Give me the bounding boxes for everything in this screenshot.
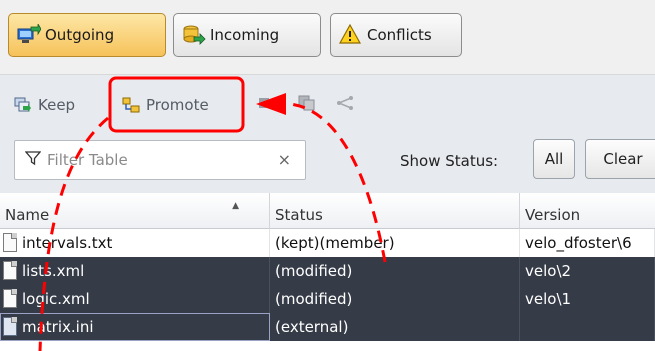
table-row[interactable]: logic.xml (modified) velo\1 (0, 285, 655, 313)
promote-icon (122, 97, 140, 113)
keep-icon (14, 97, 32, 113)
column-header-version-label: Version (525, 206, 581, 224)
outgoing-icon (17, 22, 42, 46)
incoming-icon (182, 24, 206, 46)
tab-incoming[interactable]: Incoming (173, 13, 321, 57)
table-row[interactable]: lists.xml (modified) velo\2 (0, 257, 655, 285)
file-name-cell: logic.xml (0, 285, 270, 313)
clear-filter-icon[interactable]: × (278, 150, 291, 169)
merge-icon[interactable] (336, 95, 354, 111)
file-version: velo\1 (520, 285, 655, 313)
send-icon[interactable] (258, 95, 276, 111)
filter-input[interactable] (47, 151, 277, 169)
tab-outgoing-label: Outgoing (45, 26, 115, 44)
file-name: matrix.ini (22, 318, 94, 336)
file-status: (external) (270, 313, 520, 341)
tab-incoming-label: Incoming (210, 26, 280, 44)
column-header-status[interactable]: Status (270, 193, 520, 229)
table-row[interactable]: intervals.txt (kept)(member) velo_dfoste… (0, 229, 655, 257)
filter-box: × (14, 140, 306, 180)
column-header-version[interactable]: Version (520, 193, 655, 229)
copy-icon[interactable] (298, 95, 316, 111)
filter-icon (24, 150, 42, 170)
file-icon (3, 261, 17, 280)
view-tab-bar: Outgoing Incoming Conflicts (0, 0, 655, 75)
file-icon (3, 233, 17, 252)
tab-outgoing[interactable]: Outgoing (8, 13, 166, 57)
file-name-cell: matrix.ini (0, 313, 270, 341)
table-row[interactable]: matrix.ini (external) (0, 313, 655, 341)
file-status: (modified) (270, 257, 520, 285)
file-version: velo_dfoster\6 (520, 229, 655, 257)
column-header-name-label: Name (5, 206, 50, 224)
file-version: velo\2 (520, 257, 655, 285)
column-header-name[interactable]: Name ▲ (0, 193, 270, 229)
show-all-button[interactable]: All (533, 139, 575, 179)
file-name: logic.xml (22, 290, 90, 308)
keep-label: Keep (38, 96, 76, 114)
promote-label: Promote (146, 96, 209, 114)
tab-conflicts[interactable]: Conflicts (330, 13, 462, 57)
file-icon (3, 289, 17, 308)
external-file-icon (3, 317, 17, 336)
sort-ascending-icon: ▲ (232, 201, 239, 211)
warning-icon (338, 23, 363, 46)
keep-button[interactable]: Keep (14, 94, 75, 116)
action-toolbar: Keep Promote (0, 75, 655, 133)
filter-row: × Show Status: All Clear (0, 133, 655, 193)
file-name: intervals.txt (22, 234, 113, 252)
file-version (520, 313, 655, 341)
clear-status-button[interactable]: Clear (585, 139, 655, 179)
file-name-cell: lists.xml (0, 257, 270, 285)
changes-table: Name ▲ Status Version intervals.txt (kep… (0, 193, 655, 351)
file-name: lists.xml (22, 262, 85, 280)
table-header: Name ▲ Status Version (0, 193, 655, 229)
column-header-status-label: Status (275, 206, 323, 224)
tab-conflicts-label: Conflicts (367, 26, 432, 44)
show-status-label: Show Status: (400, 152, 499, 170)
file-status: (kept)(member) (270, 229, 520, 257)
file-status: (modified) (270, 285, 520, 313)
promote-button[interactable]: Promote (122, 94, 209, 116)
file-name-cell: intervals.txt (0, 229, 270, 257)
